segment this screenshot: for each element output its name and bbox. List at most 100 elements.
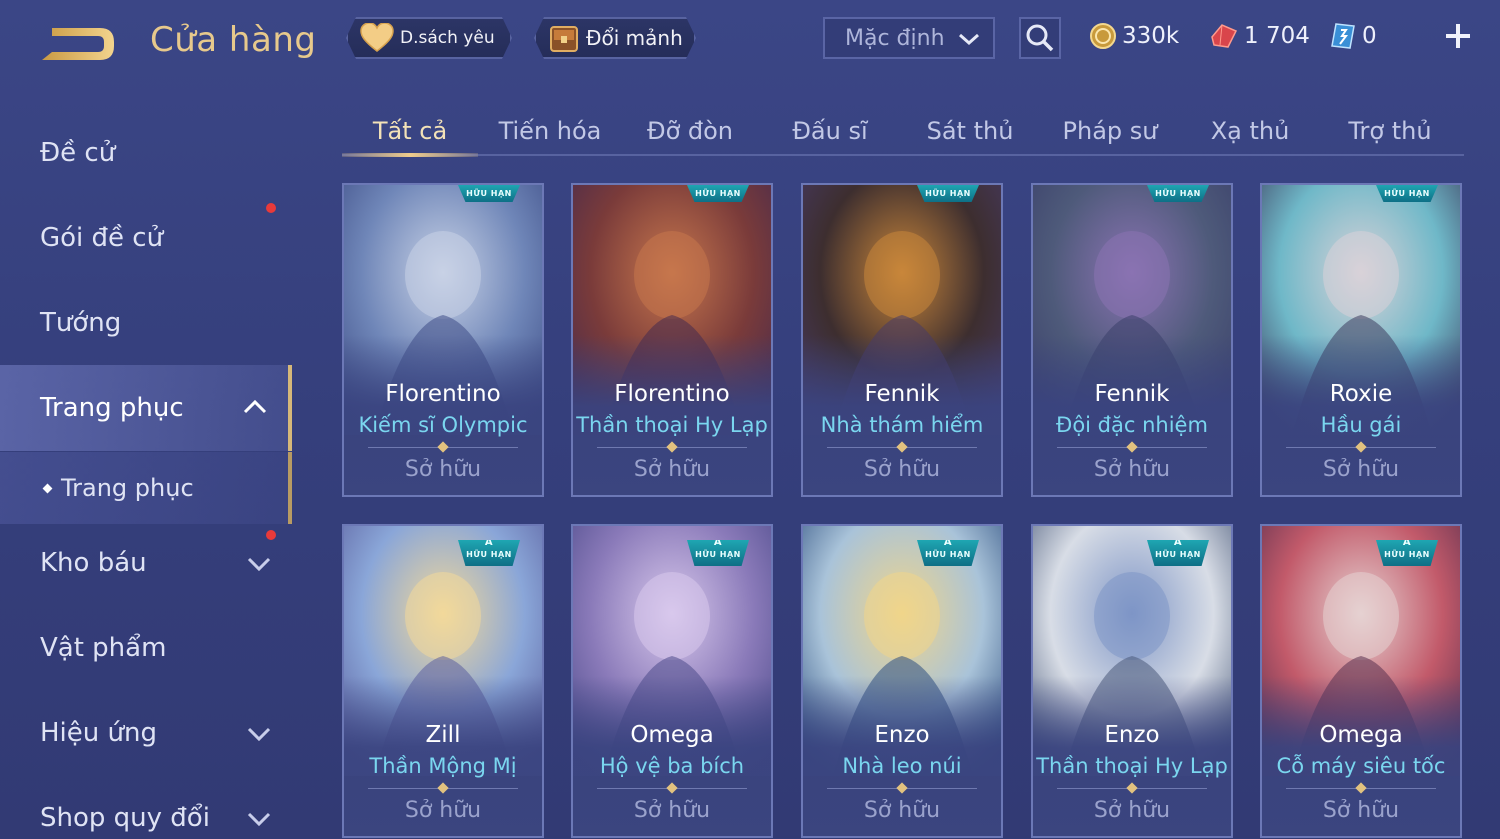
owned-status: Sở hữu [404, 457, 482, 482]
skin-name: Thần Mộng Mị [369, 754, 517, 778]
sidebar-item-label: Gói đề cử [40, 223, 164, 253]
owned-status: Sở hữu [1093, 798, 1171, 823]
sidebar-item-treasure[interactable]: Kho báu [0, 520, 292, 606]
skin-name: Đội đặc nhiệm [1056, 413, 1208, 437]
limited-badge-label: HỮU HẠN [1384, 189, 1430, 198]
sidebar-item-heroes[interactable]: Tướng [0, 280, 292, 366]
gold-amount: 330k [1122, 23, 1180, 49]
skin-card[interactable]: A HỮU HẠN Omega Cỗ máy siêu tốc Sở hữu [1260, 524, 1462, 838]
limited-badge-label: HỮU HẠN [695, 550, 741, 559]
limited-badge-label: HỮU HẠN [1155, 550, 1201, 559]
sidebar-item-skins[interactable]: Trang phục [0, 365, 292, 451]
chevron-down-icon [247, 557, 271, 572]
skin-card[interactable]: HỮU HẠN Fennik Nhà thám hiểm Sở hữu [801, 183, 1003, 497]
limited-badge-label: HỮU HẠN [925, 189, 971, 198]
skin-card[interactable]: A HỮU HẠN Enzo Thần thoại Hy Lạp Sở hữu [1031, 524, 1233, 838]
ruby-gem-icon [1208, 23, 1238, 49]
skin-card[interactable]: HỮU HẠN Roxie Hầu gái Sở hữu [1260, 183, 1462, 497]
shard-exchange-button[interactable]: Đổi mảnh [534, 17, 696, 59]
skin-name: Kiếm sĩ Olympic [358, 413, 528, 437]
limited-badge-label: HỮU HẠN [925, 550, 971, 559]
gold-coin-icon [1090, 23, 1116, 49]
limited-badge-label: HỮU HẠN [1155, 189, 1201, 198]
skin-card[interactable]: HỮU HẠN Fennik Đội đặc nhiệm Sở hữu [1031, 183, 1233, 497]
bullet-diamond-icon [42, 483, 53, 493]
voucher-balance: 0 [1330, 18, 1377, 54]
skin-grid: HỮU HẠN Florentino Kiếm sĩ Olympic Sở hữu HỮ… [342, 183, 1462, 839]
chevron-up-icon [243, 399, 267, 414]
limited-badge: A HỮU HẠN [687, 540, 749, 566]
sort-value: Mặc định [845, 25, 945, 51]
sidebar-item-featured-bundles[interactable]: Gói đề cử [0, 195, 292, 281]
limited-badge: A HỮU HẠN [458, 540, 520, 566]
search-button[interactable] [1019, 17, 1061, 59]
owned-status: Sở hữu [1322, 798, 1400, 823]
limited-badge: HỮU HẠN [687, 185, 749, 202]
skin-card[interactable]: HỮU HẠN Florentino Kiếm sĩ Olympic Sở hữu [342, 183, 544, 497]
notification-dot [266, 530, 276, 540]
chevron-down-icon [247, 727, 271, 742]
hero-name: Florentino [614, 381, 730, 407]
owned-status: Sở hữu [633, 457, 711, 482]
skin-name: Nhà thám hiểm [820, 413, 984, 437]
tab-label: Sát thủ [926, 117, 1014, 145]
owned-status: Sở hữu [404, 798, 482, 823]
tab-label: Tất cả [372, 117, 448, 145]
tab-evolution[interactable]: Tiến hóa [482, 108, 618, 154]
skin-card[interactable]: A HỮU HẠN Omega Hộ vệ ba bích Sở hữu [571, 524, 773, 838]
sidebar-item-label: Kho báu [40, 548, 147, 578]
search-icon [1026, 24, 1054, 52]
limited-badge: HỮU HẠN [1376, 185, 1438, 202]
tab-tank[interactable]: Đỡ đòn [622, 108, 758, 154]
limited-badge-label: HỮU HẠN [695, 189, 741, 198]
tab-support[interactable]: Trợ thủ [1322, 108, 1458, 154]
owned-status: Sở hữu [1322, 457, 1400, 482]
sidebar-item-featured[interactable]: Đề cử [0, 110, 292, 196]
hero-name: Fennik [1094, 381, 1170, 407]
limited-badge: A HỮU HẠN [1376, 540, 1438, 566]
owned-status: Sở hữu [633, 798, 711, 823]
tab-assassin[interactable]: Sát thủ [902, 108, 1038, 154]
limited-badge: A HỮU HẠN [1147, 540, 1209, 566]
limited-badge-label: HỮU HẠN [466, 189, 512, 198]
skin-name: Hầu gái [1320, 413, 1402, 437]
sidebar-item-exchange-shop[interactable]: Shop quy đổi [0, 775, 292, 839]
limited-badge: A HỮU HẠN [917, 540, 979, 566]
sort-dropdown[interactable]: Mặc định [823, 17, 995, 59]
wishlist-button[interactable]: D.sách yêu [346, 17, 512, 59]
page-title: Cửa hàng [150, 20, 317, 60]
skin-card[interactable]: A HỮU HẠN Zill Thần Mộng Mị Sở hữu [342, 524, 544, 838]
tab-mage[interactable]: Pháp sư [1042, 108, 1178, 154]
tab-label: Đấu sĩ [792, 117, 868, 145]
skin-name: Nhà leo núi [842, 754, 962, 778]
hero-name: Zill [425, 722, 461, 748]
limited-badge-label: HỮU HẠN [1384, 550, 1430, 559]
skin-card[interactable]: HỮU HẠN Florentino Thần thoại Hy Lạp Sở hữu [571, 183, 773, 497]
tab-marksman[interactable]: Xạ thủ [1182, 108, 1318, 154]
back-arrow-icon[interactable] [38, 20, 120, 66]
skin-card[interactable]: A HỮU HẠN Enzo Nhà leo núi Sở hữu [801, 524, 1003, 838]
sidebar-item-effects[interactable]: Hiệu ứng [0, 690, 292, 776]
tab-label: Tiến hóa [498, 117, 602, 145]
treasure-chest-icon [548, 22, 580, 54]
tab-fighter[interactable]: Đấu sĩ [762, 108, 898, 154]
chevron-down-icon [247, 812, 271, 827]
hero-name: Enzo [1104, 722, 1160, 748]
add-currency-plus-icon[interactable] [1440, 18, 1476, 54]
sidebar-item-label: Đề cử [40, 138, 116, 168]
hero-name: Roxie [1329, 381, 1393, 407]
tab-label: Đỡ đòn [646, 117, 734, 145]
limited-badge: HỮU HẠN [458, 185, 520, 202]
exchange-label: Đổi mảnh [586, 26, 683, 50]
tab-all[interactable]: Tất cả [342, 108, 478, 157]
owned-status: Sở hữu [863, 457, 941, 482]
ruby-amount: 1 704 [1244, 23, 1310, 49]
skin-name: Cỗ máy siêu tốc [1276, 754, 1446, 778]
sidebar-item-label: Trang phục [61, 474, 194, 502]
limited-badge: HỮU HẠN [1147, 185, 1209, 202]
sidebar-subitem-skins[interactable]: Trang phục [0, 452, 292, 524]
heart-icon [360, 23, 394, 53]
sidebar-item-items[interactable]: Vật phẩm [0, 605, 292, 691]
sidebar-item-label: Shop quy đổi [40, 803, 210, 833]
notification-dot [266, 203, 276, 213]
